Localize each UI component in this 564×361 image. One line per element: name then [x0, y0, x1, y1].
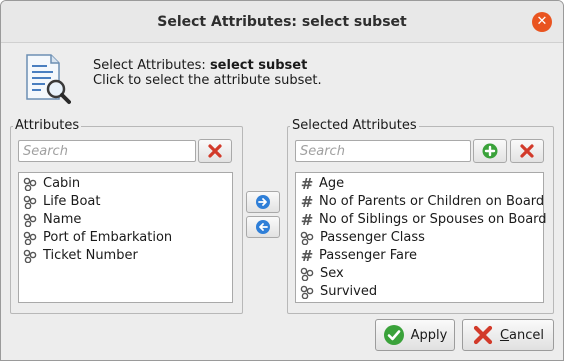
list-item[interactable]: Sex: [296, 265, 543, 283]
list-item[interactable]: Survived: [296, 283, 543, 301]
checkmark-icon: [383, 324, 405, 346]
list-item[interactable]: # No of Parents or Children on Board: [296, 193, 544, 211]
list-item[interactable]: # Passenger Fare: [296, 247, 543, 265]
list-item[interactable]: Passenger Class: [296, 229, 543, 247]
add-icon: [482, 143, 498, 159]
move-right-button[interactable]: [246, 191, 280, 213]
arrow-left-icon: [256, 220, 270, 234]
apply-label: Apply: [410, 327, 448, 343]
header-title: Select Attributes: select subset: [93, 58, 308, 73]
arrow-right-icon: [256, 195, 270, 209]
attributes-list[interactable]: Cabin Life Boat Name Port of Embarkation…: [18, 172, 233, 303]
cancel-label: Cancel: [499, 327, 545, 343]
list-item[interactable]: Cabin: [19, 175, 232, 193]
attributes-group-title: Attributes: [13, 118, 82, 133]
dialog-window: Select Attributes: select subset ✕ Selec…: [0, 0, 564, 361]
move-left-button[interactable]: [246, 216, 280, 238]
numeric-icon: #: [300, 247, 314, 265]
document-search-icon: [26, 54, 71, 104]
numeric-icon: #: [300, 175, 314, 193]
numeric-icon: #: [300, 193, 314, 211]
selected-attributes-group-title: Selected Attributes: [290, 118, 419, 133]
nominal-icon: [23, 231, 37, 246]
nominal-icon: [300, 267, 314, 282]
selected-attributes-list[interactable]: # Age # No of Parents or Children on Board…: [295, 172, 547, 303]
nominal-icon: [300, 231, 314, 246]
selected-search-input[interactable]: [295, 140, 471, 162]
nominal-icon: [300, 285, 314, 300]
add-attribute-button[interactable]: [473, 139, 507, 163]
list-item[interactable]: # No of Siblings or Spouses on Board: [296, 211, 547, 229]
remove-icon: [520, 144, 534, 158]
apply-button[interactable]: Apply: [375, 319, 455, 351]
numeric-icon: #: [300, 211, 314, 229]
attributes-clear-search-button[interactable]: [198, 139, 232, 163]
attributes-search-input[interactable]: [18, 140, 196, 162]
nominal-icon: [23, 213, 37, 228]
remove-icon: [208, 144, 222, 158]
selected-clear-search-button[interactable]: [510, 139, 544, 163]
cancel-icon: [472, 324, 494, 346]
list-item[interactable]: Name: [19, 211, 232, 229]
list-item[interactable]: Port of Embarkation: [19, 229, 232, 247]
cancel-button[interactable]: Cancel: [462, 319, 554, 351]
title-bar: Select Attributes: select subset ✕: [1, 1, 563, 43]
header-description: Click to select the attribute subset.: [93, 73, 322, 88]
list-item[interactable]: Ticket Number: [19, 247, 232, 265]
close-icon: ✕: [536, 14, 548, 29]
list-item[interactable]: Life Boat: [19, 193, 232, 211]
list-item[interactable]: # Age: [296, 175, 543, 193]
close-button[interactable]: ✕: [532, 12, 552, 32]
window-title: Select Attributes: select subset: [157, 14, 407, 30]
nominal-icon: [23, 195, 37, 210]
nominal-icon: [23, 177, 37, 192]
nominal-icon: [23, 249, 37, 264]
